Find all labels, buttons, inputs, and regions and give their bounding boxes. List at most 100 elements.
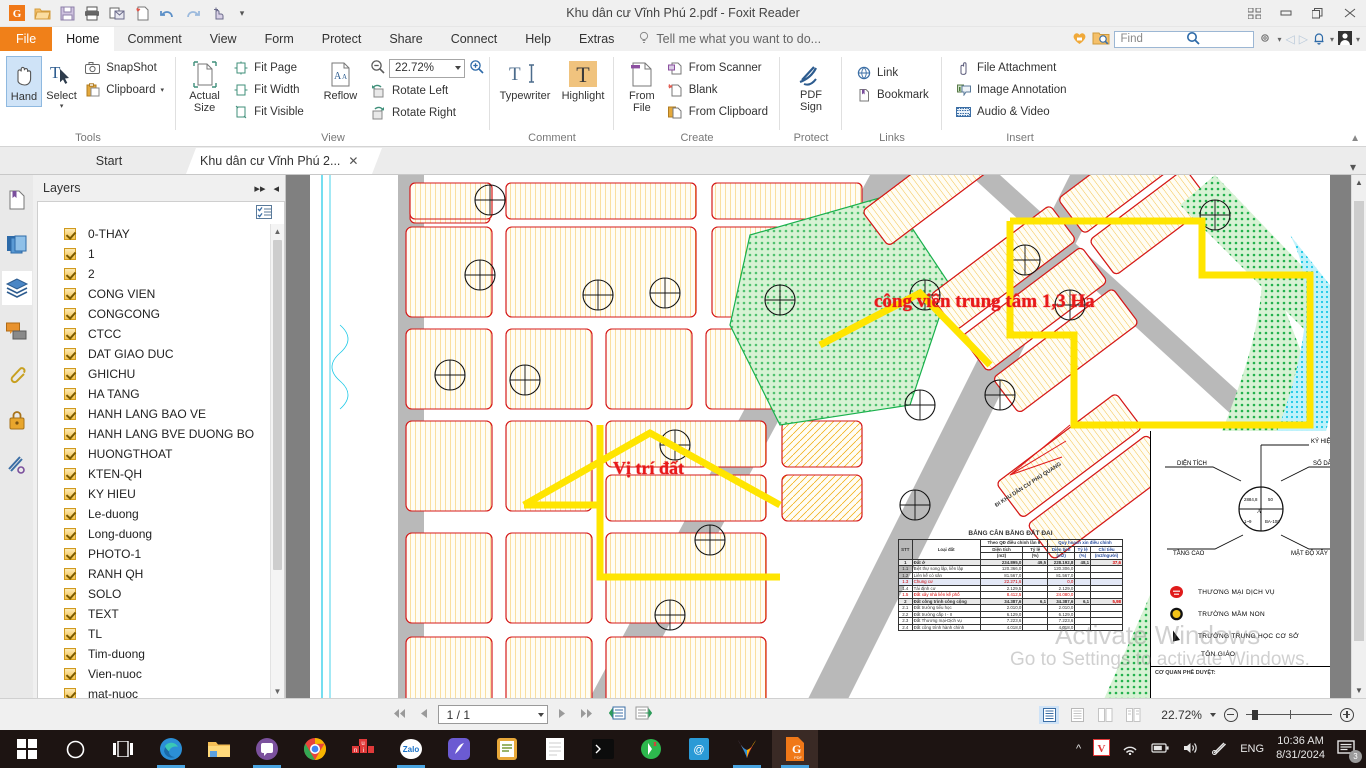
last-page-icon[interactable] <box>577 707 596 723</box>
layer-row[interactable]: KY HIEU <box>38 484 270 504</box>
layers-panel-icon[interactable] <box>1 271 32 305</box>
zoom-caret-icon[interactable] <box>454 66 461 70</box>
find-input[interactable]: Find <box>1120 33 1186 45</box>
volume-icon[interactable] <box>1182 741 1199 758</box>
tab-overflow-icon[interactable]: ▾ <box>1350 160 1366 174</box>
ribbon-display-options-icon[interactable] <box>1238 0 1270 26</box>
notifications-button[interactable]: 3 <box>1337 739 1362 763</box>
tell-me-search[interactable]: Tell me what you want to do... <box>628 27 831 51</box>
layer-row[interactable]: RANH QH <box>38 564 270 584</box>
task-view-icon[interactable] <box>100 730 146 768</box>
document-scrollbar[interactable]: ▲ ▼ <box>1351 175 1366 698</box>
app-yellow-icon[interactable] <box>484 730 530 768</box>
layer-visibility-checkbox[interactable] <box>64 528 76 540</box>
layer-visibility-checkbox[interactable] <box>64 268 76 280</box>
undo-icon[interactable] <box>156 2 178 24</box>
snapshot-button[interactable]: SnapShot <box>81 57 170 78</box>
page-dropdown-icon[interactable] <box>537 712 544 717</box>
blank-button[interactable]: Blank <box>664 79 774 100</box>
edge-icon[interactable] <box>148 730 194 768</box>
close-button[interactable] <box>1334 0 1366 26</box>
fit-page-button[interactable]: Fit Page <box>229 57 310 78</box>
pdf-page[interactable]: công viên trung tâm 1,3 Ha Vị trí đất ĐI… <box>310 175 1330 698</box>
select-tool-button[interactable]: T Select ▾ <box>44 56 79 114</box>
unikey-icon[interactable]: uni <box>340 730 386 768</box>
menu-connect[interactable]: Connect <box>437 27 512 51</box>
layer-visibility-checkbox[interactable] <box>64 668 76 680</box>
document-view[interactable]: công viên trung tâm 1,3 Ha Vị trí đất ĐI… <box>286 175 1366 698</box>
layer-row[interactable]: 2 <box>38 264 270 284</box>
app-green-icon[interactable] <box>628 730 674 768</box>
viber-icon[interactable] <box>244 730 290 768</box>
menu-comment[interactable]: Comment <box>114 27 196 51</box>
layer-visibility-checkbox[interactable] <box>64 468 76 480</box>
layer-row[interactable]: CONGCONG <box>38 304 270 324</box>
layer-visibility-checkbox[interactable] <box>64 348 76 360</box>
layer-row[interactable]: CTCC <box>38 324 270 344</box>
layer-visibility-checkbox[interactable] <box>64 388 76 400</box>
layer-visibility-checkbox[interactable] <box>64 228 76 240</box>
zalo-icon[interactable]: Zalo <box>388 730 434 768</box>
clipboard-caret-icon[interactable]: ▾ <box>160 86 164 94</box>
doc-scroll-up-icon[interactable]: ▲ <box>1352 175 1366 190</box>
email-icon[interactable] <box>106 2 128 24</box>
clipboard-button[interactable]: Clipboard ▾ <box>81 79 170 100</box>
first-page-icon[interactable] <box>390 707 409 723</box>
menu-protect[interactable]: Protect <box>308 27 376 51</box>
touch-mode-icon[interactable] <box>206 2 228 24</box>
battery-icon[interactable] <box>1151 742 1170 757</box>
show-hidden-icons-button[interactable]: ^ <box>1076 743 1081 755</box>
rotate-right-button[interactable]: Rotate Right <box>367 102 484 123</box>
zoom-slider-knob[interactable] <box>1251 709 1258 720</box>
maximize-button[interactable] <box>1302 0 1334 26</box>
link-button[interactable]: Link <box>852 62 935 83</box>
minimize-button[interactable] <box>1270 0 1302 26</box>
image-annotation-button[interactable]: Image Annotation <box>952 79 1073 100</box>
app-multicolor-icon[interactable] <box>724 730 770 768</box>
bell-caret-icon[interactable]: ▾ <box>1330 35 1334 44</box>
collapse-ribbon-icon[interactable]: ▲ <box>1350 133 1360 144</box>
foxit-reader-taskbar-icon[interactable]: G PDF <box>772 730 818 768</box>
continuous-facing-view-icon[interactable] <box>1123 706 1143 724</box>
file-explorer-icon[interactable] <box>196 730 242 768</box>
layer-visibility-checkbox[interactable] <box>64 628 76 640</box>
layers-scroll-thumb[interactable] <box>273 240 282 570</box>
comments-panel-icon[interactable] <box>2 315 32 349</box>
rotate-left-button[interactable]: Rotate Left <box>367 80 484 101</box>
print-icon[interactable] <box>81 2 103 24</box>
layer-row[interactable]: DAT GIAO DUC <box>38 344 270 364</box>
tab-close-icon[interactable]: ✕ <box>348 154 358 168</box>
settings-gear-icon[interactable] <box>1258 31 1273 48</box>
layer-row[interactable]: Long-duong <box>38 524 270 544</box>
pen-icon[interactable] <box>1211 741 1228 758</box>
layer-visibility-checkbox[interactable] <box>64 408 76 420</box>
layer-row[interactable]: Vien-nuoc <box>38 664 270 684</box>
from-file-button[interactable]: From File <box>622 56 662 117</box>
zoom-slider[interactable] <box>1245 708 1332 722</box>
fit-width-button[interactable]: Fit Width <box>229 79 310 100</box>
forward-arrow-icon[interactable]: ▷ <box>1299 32 1308 46</box>
layer-row[interactable]: 0-THAY <box>38 224 270 244</box>
layer-visibility-checkbox[interactable] <box>64 568 76 580</box>
status-zoom-in-button[interactable] <box>1339 707 1354 722</box>
zoom-in-icon[interactable] <box>469 59 484 77</box>
zoom-out-icon[interactable] <box>370 59 385 77</box>
menu-share[interactable]: Share <box>375 27 436 51</box>
open-icon[interactable] <box>31 2 53 24</box>
layer-visibility-checkbox[interactable] <box>64 428 76 440</box>
insert-page-icon[interactable] <box>603 705 627 724</box>
layer-row[interactable]: Le-duong <box>38 504 270 524</box>
account-caret-icon[interactable]: ▾ <box>1356 35 1360 44</box>
layer-visibility-checkbox[interactable] <box>64 588 76 600</box>
zoom-level-select[interactable]: 22.72% <box>388 58 465 78</box>
page-thumbnails-panel-icon[interactable] <box>2 227 32 261</box>
layer-visibility-checkbox[interactable] <box>64 248 76 260</box>
signatures-panel-icon[interactable] <box>2 447 32 481</box>
layer-visibility-checkbox[interactable] <box>64 328 76 340</box>
app-purple-icon[interactable] <box>436 730 482 768</box>
save-icon[interactable] <box>56 2 78 24</box>
file-attachment-button[interactable]: File Attachment <box>952 57 1073 78</box>
layer-row[interactable]: TEXT <box>38 604 270 624</box>
bookmark-panel-icon[interactable] <box>2 183 32 217</box>
layer-row[interactable]: KTEN-QH <box>38 464 270 484</box>
